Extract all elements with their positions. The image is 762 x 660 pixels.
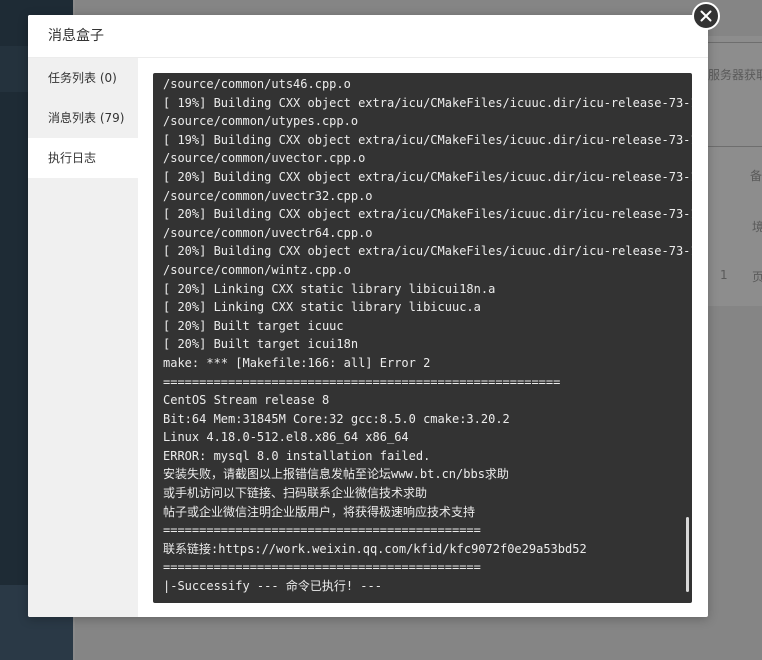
log-line: [ 20%] Built target icui18n [163,337,359,352]
log-scrollbar[interactable] [686,517,689,592]
log-line: 或手机访问以下链接、扫码联系企业微信技术求助 [163,486,428,501]
log-line: make: *** [Makefile:166: all] Error 2 [163,355,431,370]
log-line: /source/common/utypes.cpp.o [163,114,359,129]
nav-item-task-list[interactable]: 任务列表 (0) [28,58,138,98]
log-line: [ 20%] Linking CXX static library libicu… [163,281,496,296]
background-text: 境 [752,220,762,234]
dialog-title: 消息盒子 [28,15,708,58]
log-line: [ 20%] Building CXX object extra/icu/CMa… [163,169,692,184]
nav-item-execution-log[interactable]: 执行日志 [28,138,138,178]
log-line: ERROR: mysql 8.0 installation failed. [163,448,431,463]
log-line: ========================================… [163,374,561,389]
message-box-dialog: 消息盒子 任务列表 (0) 消息列表 (79) 执行日志 /source/com… [28,15,708,617]
background-divider [708,146,762,147]
log-line: /source/common/wintz.cpp.o [163,262,351,277]
log-line: ========================================… [163,523,481,538]
close-icon [700,10,712,22]
log-line: Bit:64 Mem:31845M Core:32 gcc:8.5.0 cmak… [163,411,510,426]
log-line: 帖子或企业微信注明企业版用户，将获得极速响应技术支持 [163,504,476,519]
log-line: Linux 4.18.0-512.el8.x86_64 x86_64 [163,430,409,445]
log-line: /source/common/uvectr32.cpp.o [163,188,373,203]
background-text: 1 [720,268,728,282]
dialog-side-nav: 任务列表 (0) 消息列表 (79) 执行日志 [28,58,138,617]
log-line: [ 20%] Building CXX object extra/icu/CMa… [163,244,692,259]
log-line: 安装失败，请截图以上报错信息发帖至论坛www.bt.cn/bbs求助 [163,467,509,482]
close-button[interactable] [692,2,720,30]
log-line: /source/common/uvector.cpp.o [163,151,366,166]
log-output: /source/common/uts46.cpp.o [ 19%] Buildin… [153,73,692,596]
log-line: ========================================… [163,560,481,575]
log-line: [ 20%] Building CXX object extra/icu/CMa… [163,207,692,222]
log-line: [ 19%] Building CXX object extra/icu/CMa… [163,132,692,147]
execution-log-console[interactable]: /source/common/uts46.cpp.o [ 19%] Buildin… [153,73,692,603]
log-line: [ 20%] Built target icuuc [163,318,344,333]
log-line: /source/common/uvectr64.cpp.o [163,225,373,240]
log-line: [ 20%] Linking CXX static library libicu… [163,300,481,315]
background-text: 备 [750,169,762,183]
log-line: |-Successify --- 命令已执行! --- [163,579,382,594]
log-line: [ 19%] Building CXX object extra/icu/CMa… [163,95,692,110]
background-divider [708,42,762,43]
background-text: 服务器获取 [708,68,762,82]
log-line: /source/common/uts46.cpp.o [163,77,351,91]
log-line: CentOS Stream release 8 [163,393,330,408]
nav-item-message-list[interactable]: 消息列表 (79) [28,98,138,138]
log-line: 联系链接:https://work.weixin.qq.com/kfid/kfc… [163,541,587,556]
background-text: 页 [752,270,762,284]
